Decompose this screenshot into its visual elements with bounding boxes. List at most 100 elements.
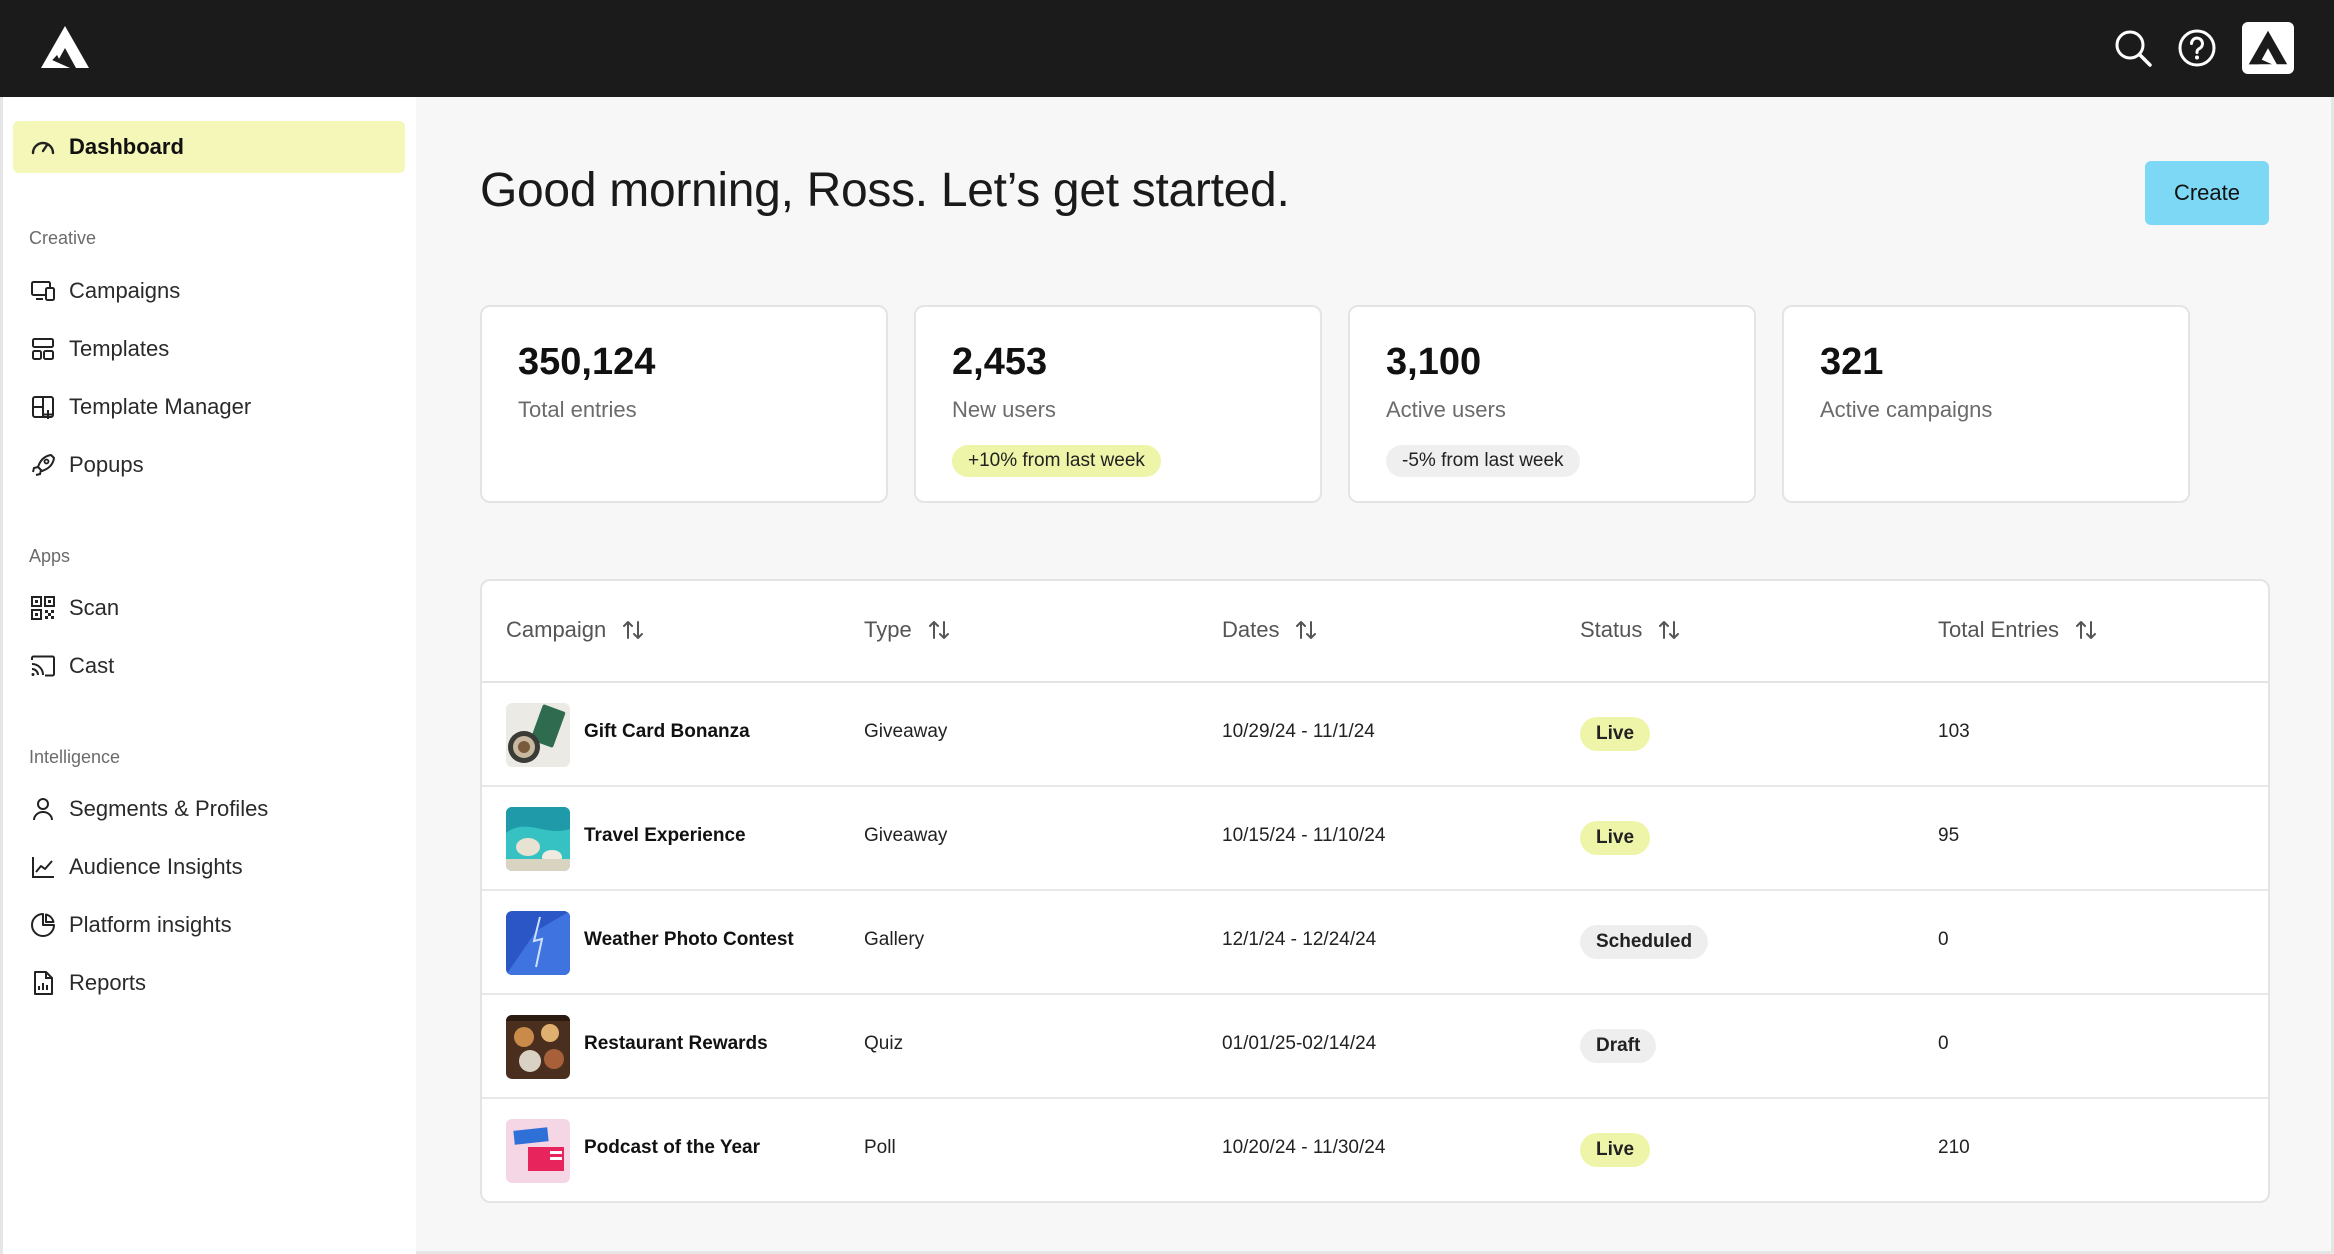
stat-card-new-users: 2,453 New users +10% from last week <box>914 305 1322 503</box>
column-header-type[interactable]: Type <box>864 617 952 643</box>
sort-icon[interactable] <box>926 617 952 643</box>
campaign-dates: 10/20/24 - 11/30/24 <box>1222 1137 1386 1158</box>
column-label: Status <box>1580 617 1643 642</box>
sidebar-item-segments-profiles[interactable]: Segments & Profiles <box>13 783 405 835</box>
campaign-name[interactable]: Gift Card Bonanza <box>584 721 750 743</box>
campaign-thumbnail <box>506 807 570 871</box>
campaign-dates: 01/01/25-02/14/24 <box>1222 1033 1377 1054</box>
campaign-name[interactable]: Restaurant Rewards <box>584 1033 768 1055</box>
sidebar-item-label: Templates <box>69 336 170 361</box>
stat-card-active-users: 3,100 Active users -5% from last week <box>1348 305 1756 503</box>
sidebar-item-scan[interactable]: Scan <box>13 582 405 634</box>
campaign-thumbnail <box>506 1015 570 1079</box>
status-badge: Scheduled <box>1580 925 1709 959</box>
trend-badge: +10% from last week <box>952 445 1161 477</box>
status-badge: Live <box>1580 717 1651 751</box>
stat-label: New users <box>952 397 1056 422</box>
campaign-dates: 10/29/24 - 11/1/24 <box>1222 721 1375 742</box>
page-title: Good morning, Ross. Let’s get started. <box>480 164 1290 217</box>
total-entries: 103 <box>1938 721 1970 742</box>
sort-icon[interactable] <box>1656 617 1682 643</box>
sidebar-item-audience-insights[interactable]: Audience Insights <box>13 841 405 893</box>
avatar-logo-icon <box>2248 30 2288 65</box>
stat-label: Total entries <box>518 397 637 422</box>
search-icon[interactable] <box>2112 27 2154 69</box>
sidebar-item-label: Reports <box>69 970 147 995</box>
table-row[interactable]: Gift Card Bonanza Giveaway 10/29/24 - 11… <box>482 683 2268 787</box>
report-icon <box>29 969 57 997</box>
user-icon <box>29 795 57 823</box>
sort-icon[interactable] <box>2073 617 2099 643</box>
sidebar-item-label: Audience Insights <box>69 854 243 879</box>
total-entries: 210 <box>1938 1137 1970 1158</box>
sidebar-item-label: Segments & Profiles <box>69 796 269 821</box>
campaign-thumbnail <box>506 703 570 767</box>
sidebar: Dashboard Creative Campaigns Templates T… <box>0 97 416 1254</box>
rocket-icon <box>29 451 57 479</box>
column-header-dates[interactable]: Dates <box>1222 617 1319 643</box>
sidebar-item-label: Campaigns <box>69 278 181 303</box>
campaign-type: Giveaway <box>864 825 948 846</box>
pie-chart-icon <box>29 911 57 939</box>
gauge-icon <box>29 133 57 161</box>
table-row[interactable]: Restaurant Rewards Quiz 01/01/25-02/14/2… <box>482 995 2268 1099</box>
create-button[interactable]: Create <box>2145 161 2269 225</box>
table-row[interactable]: Travel Experience Giveaway 10/15/24 - 11… <box>482 787 2268 891</box>
stat-label: Active users <box>1386 397 1506 422</box>
sidebar-item-label: Dashboard <box>69 134 184 159</box>
column-label: Dates <box>1222 617 1280 642</box>
sort-icon[interactable] <box>620 617 646 643</box>
campaign-type: Poll <box>864 1137 896 1158</box>
sidebar-item-template-manager[interactable]: Template Manager <box>13 381 405 433</box>
brand-logo-icon[interactable] <box>40 24 90 70</box>
campaign-dates: 10/15/24 - 11/10/24 <box>1222 825 1386 846</box>
column-label: Type <box>864 617 912 642</box>
sidebar-item-popups[interactable]: Popups <box>13 439 405 491</box>
sidebar-item-label: Template Manager <box>69 394 252 419</box>
campaigns-table: Campaign Type Dates Status Total Entries <box>480 579 2270 1203</box>
column-label: Campaign <box>506 617 607 642</box>
column-header-status[interactable]: Status <box>1580 617 1682 643</box>
stat-card-total-entries: 350,124 Total entries <box>480 305 888 503</box>
campaign-dates: 12/1/24 - 12/24/24 <box>1222 929 1377 950</box>
sidebar-item-reports[interactable]: Reports <box>13 957 405 1009</box>
sidebar-item-label: Popups <box>69 452 144 477</box>
campaign-name[interactable]: Travel Experience <box>584 825 746 847</box>
stat-card-active-campaigns: 321 Active campaigns <box>1782 305 2190 503</box>
line-chart-icon <box>29 853 57 881</box>
table-row[interactable]: Podcast of the Year Poll 10/20/24 - 11/3… <box>482 1099 2268 1201</box>
campaign-type: Giveaway <box>864 721 948 742</box>
stat-value: 3,100 <box>1386 341 1482 383</box>
campaign-thumbnail <box>506 1119 570 1183</box>
total-entries: 0 <box>1938 1033 1949 1054</box>
campaign-thumbnail <box>506 911 570 975</box>
sidebar-item-label: Scan <box>69 595 120 620</box>
avatar[interactable] <box>2242 22 2294 74</box>
campaign-name[interactable]: Weather Photo Contest <box>584 929 794 951</box>
help-icon[interactable] <box>2176 27 2218 69</box>
column-header-campaign[interactable]: Campaign <box>506 617 646 643</box>
top-bar <box>0 0 2334 97</box>
sidebar-item-cast[interactable]: Cast <box>13 640 405 692</box>
stat-value: 321 <box>1820 341 1884 383</box>
sidebar-item-platform-insights[interactable]: Platform insights <box>13 899 405 951</box>
grid-plus-icon <box>29 393 57 421</box>
column-header-total-entries[interactable]: Total Entries <box>1938 617 2099 643</box>
status-badge: Live <box>1580 821 1651 855</box>
status-badge: Draft <box>1580 1029 1657 1063</box>
table-header: Campaign Type Dates Status Total Entries <box>482 581 2268 683</box>
campaign-type: Gallery <box>864 929 925 950</box>
sidebar-item-label: Cast <box>69 653 115 678</box>
main-content: Good morning, Ross. Let’s get started. C… <box>416 97 2334 1254</box>
status-badge: Live <box>1580 1133 1651 1167</box>
campaign-name[interactable]: Podcast of the Year <box>584 1137 760 1159</box>
total-entries: 95 <box>1938 825 1960 846</box>
campaign-type: Quiz <box>864 1033 904 1054</box>
table-row[interactable]: Weather Photo Contest Gallery 12/1/24 - … <box>482 891 2268 995</box>
sidebar-item-dashboard[interactable]: Dashboard <box>13 121 405 173</box>
sidebar-item-templates[interactable]: Templates <box>13 323 405 375</box>
sort-icon[interactable] <box>1293 617 1319 643</box>
total-entries: 0 <box>1938 929 1949 950</box>
sidebar-item-campaigns[interactable]: Campaigns <box>13 265 405 317</box>
cast-icon <box>29 652 57 680</box>
